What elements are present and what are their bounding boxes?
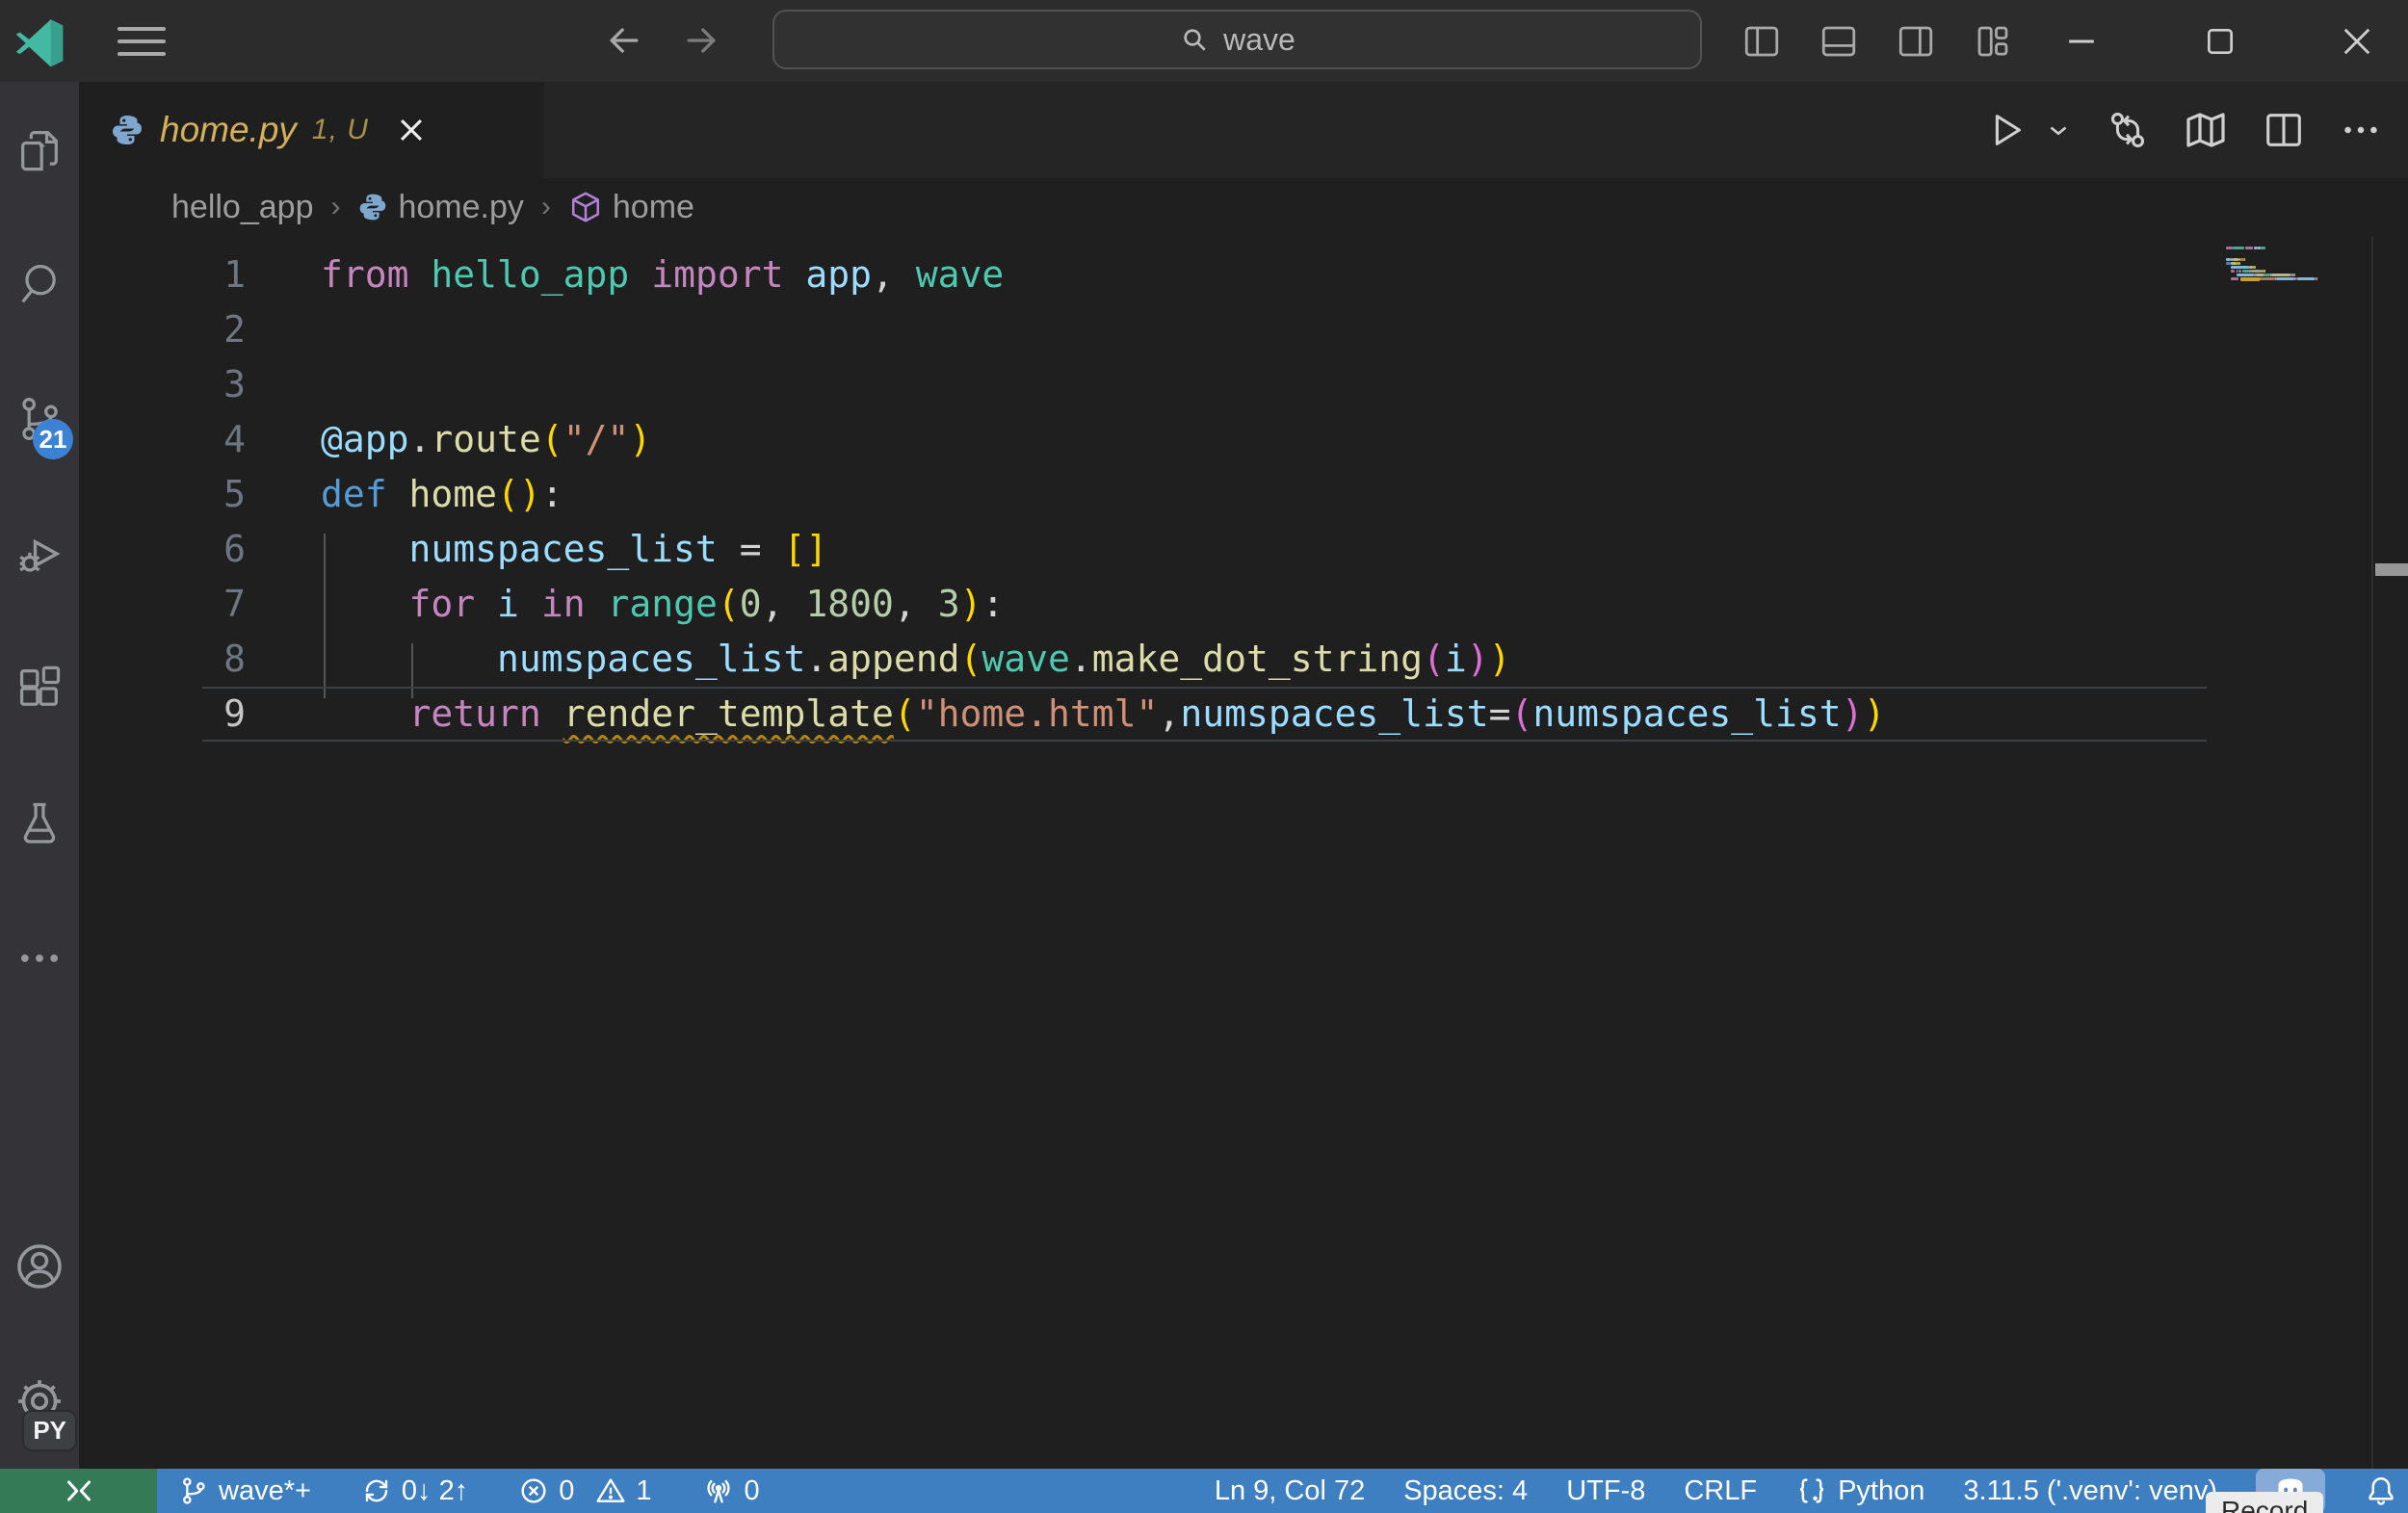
git-branch-status[interactable]: wave*+ bbox=[178, 1475, 311, 1507]
python-file-icon bbox=[110, 113, 144, 147]
vscode-logo bbox=[0, 15, 79, 67]
search-icon bbox=[1179, 24, 1210, 55]
breadcrumb-separator-icon: › bbox=[330, 191, 341, 222]
run-debug-icon[interactable] bbox=[0, 486, 79, 621]
python-interpreter-status[interactable]: 3.11.5 ('.venv': venv) bbox=[1963, 1475, 2217, 1507]
code-line-8[interactable]: 8 numspaces_list.append(wave.make_dot_st… bbox=[79, 632, 2408, 687]
window-maximize-button[interactable] bbox=[2179, 0, 2262, 82]
status-bar: wave*+ 0↓ 2↑ 0 1 0 Ln 9, Col 72 Spaces: … bbox=[0, 1469, 2408, 1513]
remote-indicator[interactable] bbox=[0, 1469, 157, 1513]
run-dropdown-chevron-icon[interactable] bbox=[2044, 116, 2073, 144]
code-line-2[interactable]: 2 bbox=[79, 302, 2408, 357]
breadcrumb-separator-icon: › bbox=[540, 191, 551, 222]
scm-badge: 21 bbox=[33, 419, 73, 459]
tab-home-py[interactable]: home.py 1, U bbox=[79, 82, 544, 178]
copilot-tooltip-partial: Record bbox=[2206, 1492, 2324, 1513]
indentation-status[interactable]: Spaces: 4 bbox=[1403, 1475, 1528, 1507]
encoding-status[interactable]: UTF-8 bbox=[1566, 1475, 1645, 1507]
language-mode-status[interactable]: Python bbox=[1795, 1474, 1924, 1507]
code-line-3[interactable]: 3 bbox=[79, 357, 2408, 412]
code-line-9[interactable]: 9 return render_template("home.html",num… bbox=[79, 687, 2408, 742]
search-view-icon[interactable] bbox=[0, 217, 79, 352]
more-views-icon[interactable] bbox=[0, 891, 79, 1026]
activity-bar: 21 PY bbox=[0, 82, 79, 1469]
extensions-icon[interactable] bbox=[0, 621, 79, 756]
settings-gear-icon[interactable]: PY bbox=[0, 1334, 79, 1469]
account-icon[interactable] bbox=[0, 1199, 79, 1334]
breadcrumb-file[interactable]: home.py bbox=[357, 189, 524, 226]
search-text: wave bbox=[1223, 21, 1296, 57]
ports-status[interactable]: 0 bbox=[702, 1474, 760, 1507]
toggle-primary-sidebar-icon[interactable] bbox=[1734, 13, 1790, 69]
nav-back-button[interactable] bbox=[597, 13, 651, 67]
explorer-icon[interactable] bbox=[0, 82, 79, 217]
notifications-bell-icon[interactable] bbox=[2364, 1474, 2398, 1508]
code-line-7[interactable]: 7 for i in range(0, 1800, 3): bbox=[79, 577, 2408, 632]
code-line-1[interactable]: 1 from hello_app import app, wave bbox=[79, 248, 2408, 302]
window-close-button[interactable] bbox=[2316, 0, 2398, 82]
split-editor-icon[interactable] bbox=[2262, 108, 2306, 152]
map-icon[interactable] bbox=[2183, 107, 2229, 153]
source-control-icon[interactable]: 21 bbox=[0, 352, 79, 486]
python-env-badge: PY bbox=[22, 1410, 77, 1451]
toggle-panel-icon[interactable] bbox=[1811, 13, 1867, 69]
python-file-icon bbox=[357, 192, 388, 222]
run-python-file-icon[interactable] bbox=[1984, 108, 2028, 152]
code-lines: 1 from hello_app import app, wave 2 3 4 @app.… bbox=[79, 236, 2408, 742]
customize-layout-icon[interactable] bbox=[1965, 13, 2021, 69]
breadcrumb-symbol[interactable]: home bbox=[568, 189, 694, 226]
menu-hamburger-icon[interactable] bbox=[118, 17, 166, 65]
minimap[interactable] bbox=[2226, 247, 2390, 281]
vscode-window: wave 21 PY home.py 1, U hello_app › home… bbox=[0, 0, 2408, 1513]
warning-count: 1 bbox=[636, 1474, 652, 1506]
tab-title: home.py bbox=[160, 110, 297, 149]
open-changes-icon[interactable] bbox=[2106, 108, 2150, 152]
problems-status[interactable]: 0 1 bbox=[518, 1474, 652, 1507]
window-minimize-button[interactable] bbox=[2040, 0, 2123, 82]
tab-decoration: 1, U bbox=[311, 114, 369, 145]
tab-bar: home.py 1, U bbox=[79, 82, 2408, 178]
testing-icon[interactable] bbox=[0, 756, 79, 891]
more-actions-icon[interactable] bbox=[2339, 108, 2383, 152]
title-bar: wave bbox=[0, 0, 2408, 82]
sync-changes-status[interactable]: 0↓ 2↑ bbox=[361, 1475, 468, 1507]
command-center-search[interactable]: wave bbox=[772, 10, 1702, 69]
code-line-4[interactable]: 4 @app.route("/") bbox=[79, 412, 2408, 467]
nav-forward-button[interactable] bbox=[674, 13, 728, 67]
overview-ruler-divider bbox=[2371, 236, 2373, 1469]
overview-ruler-cursor-marker bbox=[2375, 563, 2408, 576]
error-count: 0 bbox=[559, 1474, 575, 1506]
code-line-6[interactable]: 6 numspaces_list = [] bbox=[79, 522, 2408, 577]
tab-close-icon[interactable] bbox=[394, 113, 429, 147]
symbol-cube-icon bbox=[568, 190, 603, 224]
code-editor[interactable]: 1 from hello_app import app, wave 2 3 4 @app.… bbox=[79, 236, 2408, 1469]
eol-status[interactable]: CRLF bbox=[1684, 1475, 1757, 1507]
code-line-5[interactable]: 5 def home(): bbox=[79, 467, 2408, 522]
toggle-secondary-sidebar-icon[interactable] bbox=[1888, 13, 1944, 69]
breadcrumb: hello_app › home.py › home bbox=[79, 178, 2408, 236]
cursor-position-status[interactable]: Ln 9, Col 72 bbox=[1215, 1475, 1365, 1507]
breadcrumb-folder[interactable]: hello_app bbox=[171, 189, 313, 226]
